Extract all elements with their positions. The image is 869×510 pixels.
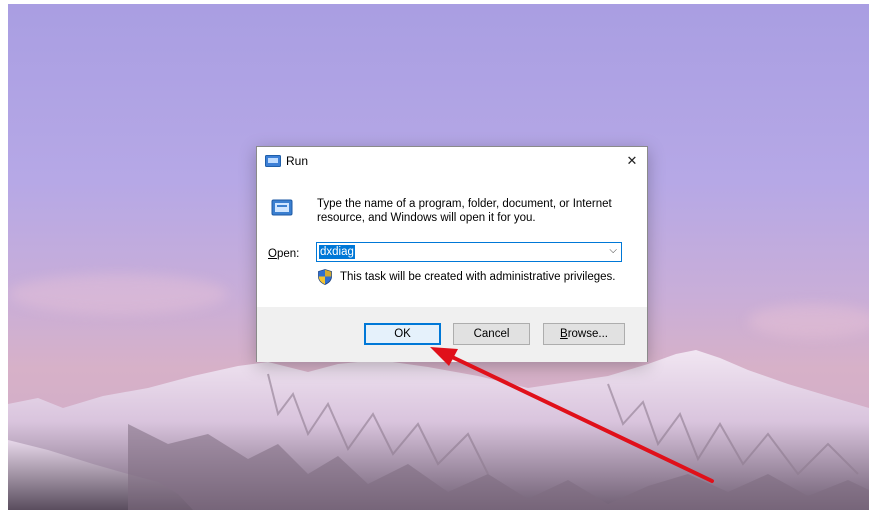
open-label: Open:	[268, 248, 299, 260]
command-input[interactable]: dxdiag ⌵	[316, 242, 622, 262]
description-text: Type the name of a program, folder, docu…	[317, 197, 635, 225]
chevron-down-icon[interactable]: ⌵	[609, 245, 617, 256]
open-label-text: pen:	[276, 248, 300, 260]
browse-button-label: rowse...	[567, 328, 608, 340]
description-line: Type the name of a program, folder, docu…	[317, 198, 612, 210]
run-icon	[265, 155, 281, 167]
title-bar[interactable]: Run ✕	[257, 147, 647, 177]
close-icon: ✕	[626, 153, 638, 169]
command-input-value: dxdiag	[319, 245, 355, 259]
run-dialog: Run ✕ Type the name of a program, folder…	[256, 146, 648, 362]
browse-button[interactable]: Browse...	[543, 323, 625, 345]
close-button[interactable]: ✕	[617, 147, 647, 175]
admin-privileges-note: This task will be created with administr…	[340, 271, 616, 283]
ok-button[interactable]: OK	[364, 323, 441, 345]
description-line: resource, and Windows will open it for y…	[317, 212, 536, 224]
shield-icon	[318, 269, 332, 285]
browse-button-mnemonic: B	[560, 328, 568, 340]
dialog-title: Run	[286, 154, 309, 168]
run-large-icon	[271, 199, 293, 216]
cancel-button[interactable]: Cancel	[453, 323, 530, 345]
button-bar: OK Cancel Browse...	[257, 307, 647, 362]
open-label-mnemonic: O	[268, 248, 277, 260]
cancel-button-label: Cancel	[473, 328, 510, 340]
ok-button-label: OK	[394, 328, 411, 340]
